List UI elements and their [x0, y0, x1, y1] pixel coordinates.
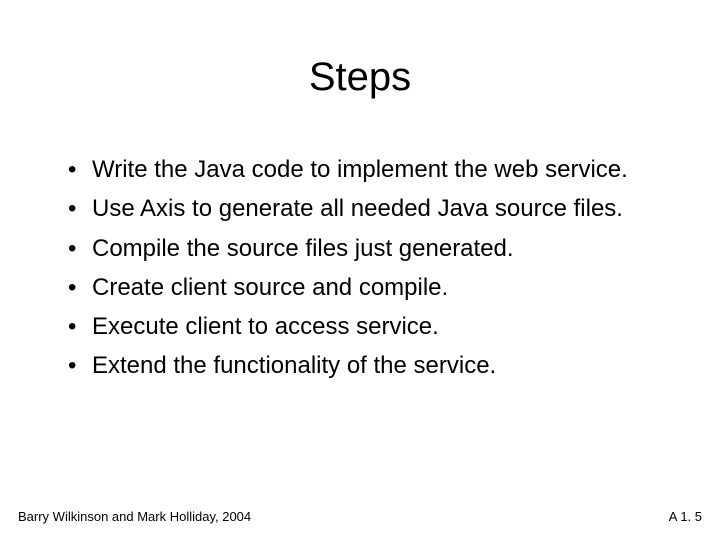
slide: Steps Write the Java code to implement t…	[0, 0, 720, 540]
footer-page-number: A 1. 5	[669, 509, 702, 524]
bullet-item: Execute client to access service.	[64, 312, 656, 341]
bullet-item: Extend the functionality of the service.	[64, 351, 656, 380]
bullet-item: Write the Java code to implement the web…	[64, 155, 656, 184]
footer-author: Barry Wilkinson and Mark Holliday, 2004	[18, 509, 251, 524]
slide-title: Steps	[0, 55, 720, 100]
bullet-item: Compile the source files just generated.	[64, 234, 656, 263]
bullet-item: Use Axis to generate all needed Java sou…	[64, 194, 656, 223]
bullet-item: Create client source and compile.	[64, 273, 656, 302]
bullet-list: Write the Java code to implement the web…	[64, 155, 656, 381]
slide-body: Write the Java code to implement the web…	[64, 155, 656, 391]
